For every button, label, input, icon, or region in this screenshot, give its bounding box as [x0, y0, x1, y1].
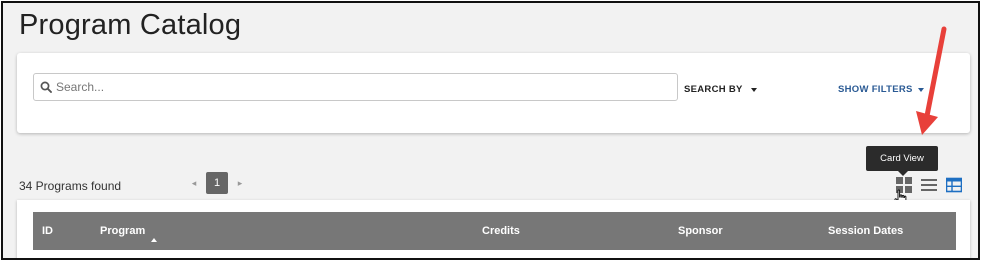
next-page-icon[interactable]: ▸ [233, 178, 247, 189]
search-input[interactable] [56, 80, 656, 94]
search-by-dropdown[interactable]: SEARCH BY [684, 84, 757, 95]
table-view-icon[interactable] [946, 177, 962, 193]
page-title: Program Catalog [19, 9, 242, 41]
search-panel: SEARCH BY SHOW FILTERS [17, 53, 970, 133]
chevron-down-icon [750, 87, 757, 92]
search-field[interactable] [33, 73, 678, 101]
page-button-current[interactable]: 1 [206, 172, 228, 194]
app-window: Program Catalog SEARCH BY SHOW FILTERS 3… [1, 1, 980, 260]
column-header-program-label: Program [100, 225, 146, 237]
pagination: ◂ 1 ▸ [187, 172, 247, 194]
list-view-icon[interactable] [921, 177, 937, 193]
results-count: 34 Programs found [19, 179, 122, 193]
show-filters-label: SHOW FILTERS [838, 84, 913, 95]
prev-page-icon[interactable]: ◂ [187, 178, 201, 189]
programs-table: ID Program Credits Sponsor Session Dates [17, 200, 970, 258]
table-header: ID Program Credits Sponsor Session Dates [33, 212, 956, 250]
annotation-arrow-icon [916, 26, 947, 135]
search-by-label: SEARCH BY [684, 84, 743, 95]
search-icon [40, 81, 52, 93]
column-header-credits[interactable]: Credits [482, 225, 520, 237]
column-header-sponsor[interactable]: Sponsor [678, 225, 723, 237]
sort-ascending-icon [151, 238, 158, 242]
column-header-session-dates[interactable]: Session Dates [828, 225, 903, 237]
column-header-id[interactable]: ID [42, 225, 53, 237]
card-view-tooltip: Card View [866, 146, 938, 176]
column-header-program[interactable]: Program [100, 225, 158, 242]
